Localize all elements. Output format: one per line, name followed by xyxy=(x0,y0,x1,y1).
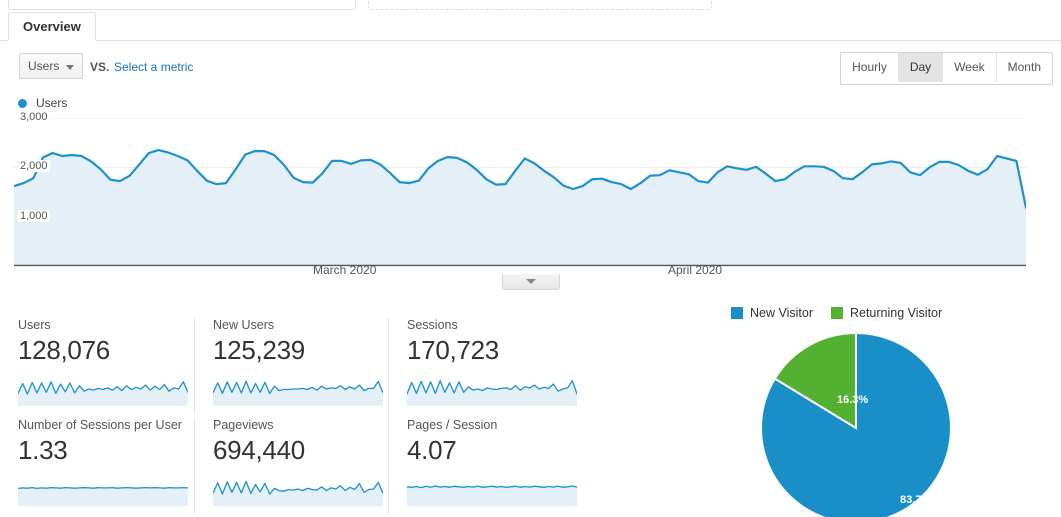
select-a-metric-link[interactable]: Select a metric xyxy=(114,60,193,74)
metric-card[interactable]: Sessions 170,723 xyxy=(388,318,578,414)
metric-card[interactable]: New Users 125,239 xyxy=(194,318,384,414)
users-legend-dot xyxy=(18,98,27,108)
timeline-axis-baseline xyxy=(14,266,1026,267)
pie-graphic[interactable]: 83.7% 16.3% xyxy=(760,331,952,517)
metric-card-label: Users xyxy=(18,318,51,332)
users-timeline-chart: Users xyxy=(0,96,1061,286)
timeline-y-label: 1,000 xyxy=(18,209,50,222)
metric-card-sparkline xyxy=(212,476,384,506)
metric-card-sparkline xyxy=(17,476,189,506)
analytics-overview-page: Overview Users VS. Select a metric Hourl… xyxy=(0,0,1061,517)
cutoff-panel-dashed xyxy=(368,0,712,10)
metric-card-value: 170,723 xyxy=(407,335,499,365)
vs-label: VS. xyxy=(90,60,110,74)
pie-legend: New Visitor Returning Visitor xyxy=(731,306,960,320)
timeline-legend: Users xyxy=(18,96,67,110)
metric-card-sparkline xyxy=(406,476,578,506)
period-button-month[interactable]: Month xyxy=(996,53,1052,82)
tab-overview[interactable]: Overview xyxy=(8,12,96,41)
pie-legend-swatch xyxy=(731,307,743,319)
metric-card-label: New Users xyxy=(213,318,275,332)
tab-strip: Overview xyxy=(0,12,1061,41)
users-legend-label: Users xyxy=(36,96,68,110)
chevron-down-icon xyxy=(526,279,536,284)
timeline-y-label: 2,000 xyxy=(18,160,50,173)
metric-card-sparkline xyxy=(17,376,189,406)
period-button-day[interactable]: Day xyxy=(898,53,944,82)
pie-slice-label: 16.3% xyxy=(837,394,869,406)
visitor-type-pie-chart: New Visitor Returning Visitor 83.7% 16.3% xyxy=(715,300,1061,517)
metric-card[interactable]: Pageviews 694,440 xyxy=(194,418,384,514)
period-button-week[interactable]: Week xyxy=(943,53,997,82)
timeline-y-label: 3,000 xyxy=(18,111,50,123)
pie-legend-item[interactable]: New Visitor xyxy=(731,306,813,320)
metric-card-value: 1.33 xyxy=(18,435,68,465)
pie-slice-label: 83.7% xyxy=(900,494,932,506)
metric-card[interactable]: Number of Sessions per User 1.33 xyxy=(0,418,189,514)
metric-card-sparkline xyxy=(212,376,384,406)
cutoff-panel-solid xyxy=(8,0,356,10)
pie-legend-item[interactable]: Returning Visitor xyxy=(830,306,943,320)
metric-card[interactable]: Pages / Session 4.07 xyxy=(388,418,578,514)
metric-dropdown[interactable]: Users xyxy=(19,53,83,79)
metric-card-value: 128,076 xyxy=(18,335,110,365)
metric-card-value: 4.07 xyxy=(407,435,457,465)
metric-dropdown-label: Users xyxy=(28,59,60,73)
chevron-down-icon xyxy=(66,65,74,70)
pie-legend-label: New Visitor xyxy=(750,306,813,320)
timeline-x-label: April 2020 xyxy=(668,263,723,277)
metric-card[interactable]: Users 128,076 xyxy=(0,318,189,414)
metric-card-value: 694,440 xyxy=(213,435,305,465)
metric-card-label: Pages / Session xyxy=(407,418,498,432)
metric-card-sparkline xyxy=(406,376,578,406)
metric-cards: Users 128,076 New Users 125,239 Sessions 170,… xyxy=(0,318,600,517)
timeline-x-label: March 2020 xyxy=(313,263,377,277)
metric-card-label: Number of Sessions per User xyxy=(18,418,182,432)
tab-overview-label: Overview xyxy=(23,19,81,34)
period-toggle: Hourly Day Week Month xyxy=(840,52,1053,85)
metric-card-label: Sessions xyxy=(407,318,458,332)
timeline-plot-area[interactable] xyxy=(12,117,1028,267)
period-button-hourly[interactable]: Hourly xyxy=(841,53,899,82)
metric-card-label: Pageviews xyxy=(213,418,274,432)
pie-legend-label: Returning Visitor xyxy=(849,306,943,320)
metric-card-value: 125,239 xyxy=(213,335,305,365)
pie-legend-swatch xyxy=(830,307,843,319)
collapse-chart-button[interactable] xyxy=(502,274,560,290)
